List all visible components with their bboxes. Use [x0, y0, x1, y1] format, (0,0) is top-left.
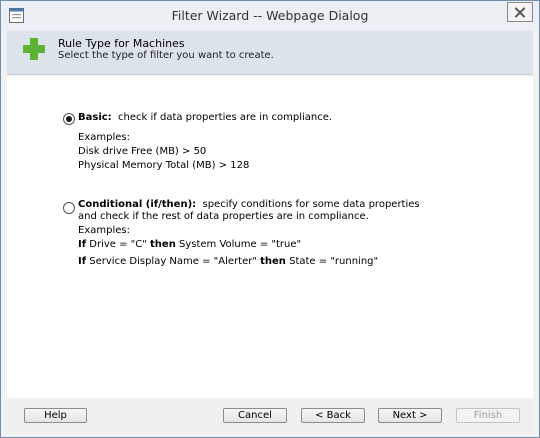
- wizard-content: Basic: check if data properties are in c…: [7, 76, 533, 398]
- wizard-header: Rule Type for Machines Select the type o…: [7, 31, 533, 75]
- wizard-dialog: Filter Wizard -- Webpage Dialog Rule Typ…: [0, 0, 540, 438]
- header-subtitle: Select the type of filter you want to cr…: [58, 50, 274, 61]
- title-bar: Filter Wizard -- Webpage Dialog: [1, 1, 539, 31]
- cancel-button[interactable]: Cancel: [223, 408, 287, 423]
- wizard-footer: Help Cancel < Back Next > Finish: [7, 398, 533, 433]
- basic-description: check if data properties are in complian…: [118, 112, 333, 123]
- conditional-example-1: If Drive = "C" then System Volume = "tru…: [78, 239, 302, 250]
- conditional-description-2: and check if the rest of data properties…: [78, 211, 369, 222]
- basic-example-1: Disk drive Free (MB) > 50: [78, 146, 207, 157]
- conditional-label: Conditional (if/then):: [78, 199, 197, 210]
- conditional-radio[interactable]: [63, 202, 75, 214]
- help-button[interactable]: Help: [24, 408, 87, 423]
- conditional-example-2: If Service Display Name = "Alerter" then…: [78, 256, 379, 267]
- header-title: Rule Type for Machines: [58, 37, 185, 50]
- window-title: Filter Wizard -- Webpage Dialog: [171, 8, 369, 23]
- basic-radio[interactable]: [63, 113, 75, 125]
- add-plus-icon: [23, 38, 45, 60]
- basic-examples-label: Examples:: [78, 132, 130, 143]
- conditional-examples-label: Examples:: [78, 225, 130, 236]
- close-icon[interactable]: [507, 2, 533, 22]
- next-button[interactable]: Next >: [378, 408, 442, 423]
- back-button[interactable]: < Back: [301, 408, 365, 423]
- basic-label: Basic:: [78, 112, 112, 123]
- conditional-description: specify conditions for some data propert…: [202, 199, 420, 210]
- finish-button[interactable]: Finish: [456, 408, 520, 423]
- basic-option-label[interactable]: Basic: check if data properties are in c…: [78, 112, 332, 123]
- conditional-option-label[interactable]: Conditional (if/then): specify condition…: [78, 199, 420, 210]
- basic-example-2: Physical Memory Total (MB) > 128: [78, 160, 250, 171]
